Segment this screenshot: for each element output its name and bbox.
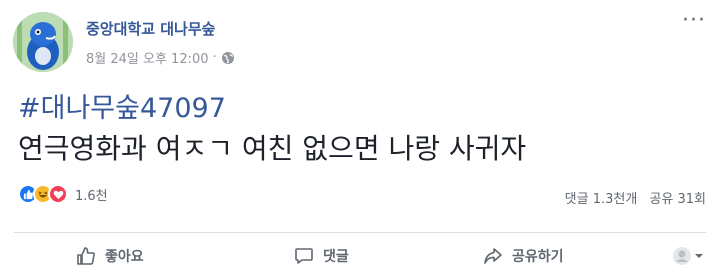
comment-icon	[295, 248, 313, 264]
hashtag-link[interactable]: #대나무숲47097	[18, 86, 226, 125]
page-name-link[interactable]: 중앙대학교 대나무숲	[86, 18, 215, 39]
share-count-link[interactable]: 공유 31회	[649, 192, 706, 207]
like-button[interactable]: 좋아요	[75, 245, 144, 267]
comment-count-link[interactable]: 댓글 1.3천개	[565, 192, 638, 207]
post-timestamp[interactable]: 8월 24일 오후 12:00	[86, 48, 209, 67]
share-button[interactable]: 공유하기	[482, 245, 564, 267]
like-label: 좋아요	[105, 249, 144, 265]
share-label: 공유하기	[512, 249, 564, 265]
globe-icon[interactable]	[221, 51, 235, 65]
engagement-stats: 댓글 1.3천개 공유 31회	[557, 188, 706, 207]
post-meta: 8월 24일 오후 12:00 ·	[86, 48, 235, 67]
reaction-count: 1.6천	[75, 188, 108, 204]
audience-selector[interactable]	[672, 246, 704, 266]
more-options-icon[interactable]: ···	[682, 10, 706, 32]
comment-button[interactable]: 댓글	[293, 245, 349, 267]
meta-separator: ·	[212, 50, 217, 65]
reactions-summary[interactable]: 1.6천	[18, 184, 108, 204]
page-avatar[interactable]	[13, 12, 73, 72]
action-bar: 좋아요 댓글 공유하기	[0, 240, 720, 272]
love-icon	[48, 184, 68, 204]
divider	[14, 232, 706, 233]
bamboo-mascot-icon	[13, 12, 73, 72]
post-body-text: 연극영화과 여ㅈㄱ 여친 없으면 나랑 사귀자	[18, 132, 527, 165]
thumbs-up-icon	[77, 247, 95, 265]
chevron-down-icon	[695, 254, 703, 258]
comment-label: 댓글	[323, 249, 349, 265]
profile-avatar-icon	[673, 247, 691, 265]
share-icon	[484, 248, 502, 264]
